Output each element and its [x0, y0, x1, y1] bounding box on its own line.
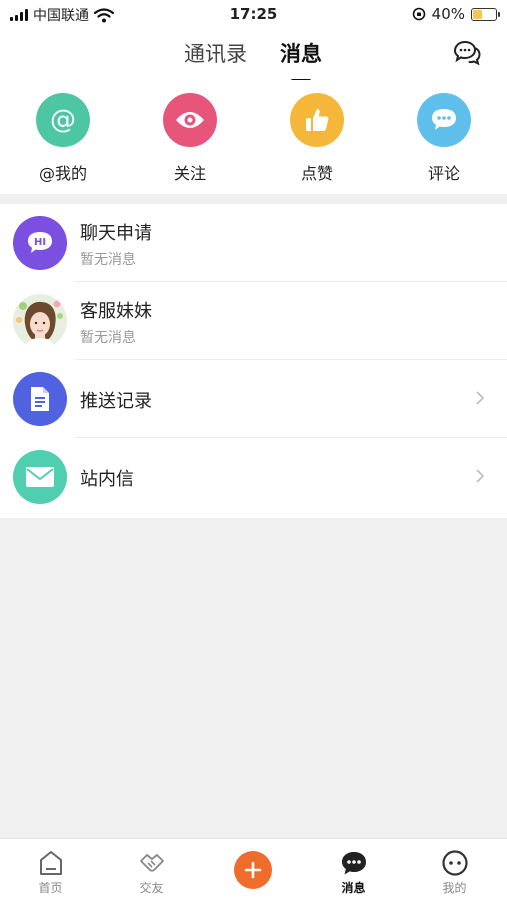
avatar — [13, 294, 67, 348]
comment-icon — [417, 93, 471, 147]
profile-icon — [441, 850, 468, 876]
message-title: 聊天申请 — [80, 223, 152, 244]
tab-profile[interactable]: 我的 — [404, 839, 505, 900]
quick-action-mentions[interactable]: @ @我的 — [18, 93, 108, 184]
message-list: HI 聊天申请 暂无消息 客服妹妹 暂无消息 推送记录 站内信 — [0, 204, 507, 518]
chevron-right-icon — [476, 391, 485, 405]
handshake-icon — [139, 854, 164, 872]
quick-action-label: 评论 — [427, 164, 460, 183]
tab-contacts[interactable]: 通讯录 — [184, 38, 247, 68]
svg-text:HI: HI — [34, 237, 46, 248]
quick-action-follow[interactable]: 关注 — [145, 93, 235, 184]
message-title: 推送记录 — [80, 391, 152, 412]
tab-home[interactable]: 首页 — [0, 839, 101, 900]
orientation-lock-icon — [412, 7, 425, 21]
message-icon — [341, 852, 366, 875]
tab-label: 首页 — [38, 881, 63, 895]
battery-icon — [471, 7, 500, 21]
battery-percent: 40% — [431, 5, 465, 23]
message-preview: 暂无消息 — [80, 252, 136, 268]
svg-text:@: @ — [50, 105, 76, 135]
message-title: 客服妹妹 — [80, 301, 152, 322]
quick-action-label: @我的 — [38, 164, 87, 183]
message-title: 站内信 — [80, 469, 134, 490]
tab-friends[interactable]: 交友 — [101, 839, 202, 900]
plus-button[interactable] — [234, 851, 272, 889]
message-item-customer-service[interactable]: 客服妹妹 暂无消息 — [0, 282, 507, 360]
bottom-tab-bar: 首页 交友 消息 我的 — [0, 838, 507, 900]
mail-icon — [13, 450, 67, 504]
quick-action-likes[interactable]: 点赞 — [272, 93, 362, 184]
chevron-right-icon — [476, 469, 485, 483]
message-preview: 暂无消息 — [80, 330, 136, 346]
message-item-inbox[interactable]: 站内信 — [0, 438, 507, 516]
hi-chat-icon: HI — [13, 216, 67, 270]
nav-header: 通讯录 消息 — [0, 28, 507, 82]
at-icon: @ — [36, 93, 90, 147]
plus-icon — [244, 861, 262, 879]
status-bar: 中国联通 17:25 40% — [0, 0, 507, 28]
message-item-push-records[interactable]: 推送记录 — [0, 360, 507, 438]
home-icon — [39, 851, 62, 875]
eye-icon — [163, 93, 217, 147]
quick-action-label: 关注 — [173, 164, 206, 183]
quick-actions: @ @我的 关注 点赞 评论 — [0, 80, 507, 194]
tab-label: 交友 — [139, 881, 164, 895]
quick-action-label: 点赞 — [300, 164, 333, 183]
thumbs-up-icon — [290, 93, 344, 147]
chat-bubbles-icon[interactable] — [451, 38, 481, 68]
message-item-chat-request[interactable]: HI 聊天申请 暂无消息 — [0, 204, 507, 282]
tab-label: 我的 — [442, 881, 467, 895]
tab-messages[interactable]: 消息 — [280, 38, 322, 82]
tab-messages-bottom[interactable]: 消息 — [303, 839, 404, 900]
quick-action-comments[interactable]: 评论 — [399, 93, 489, 184]
tab-label: 消息 — [341, 881, 366, 895]
document-icon — [13, 372, 67, 426]
